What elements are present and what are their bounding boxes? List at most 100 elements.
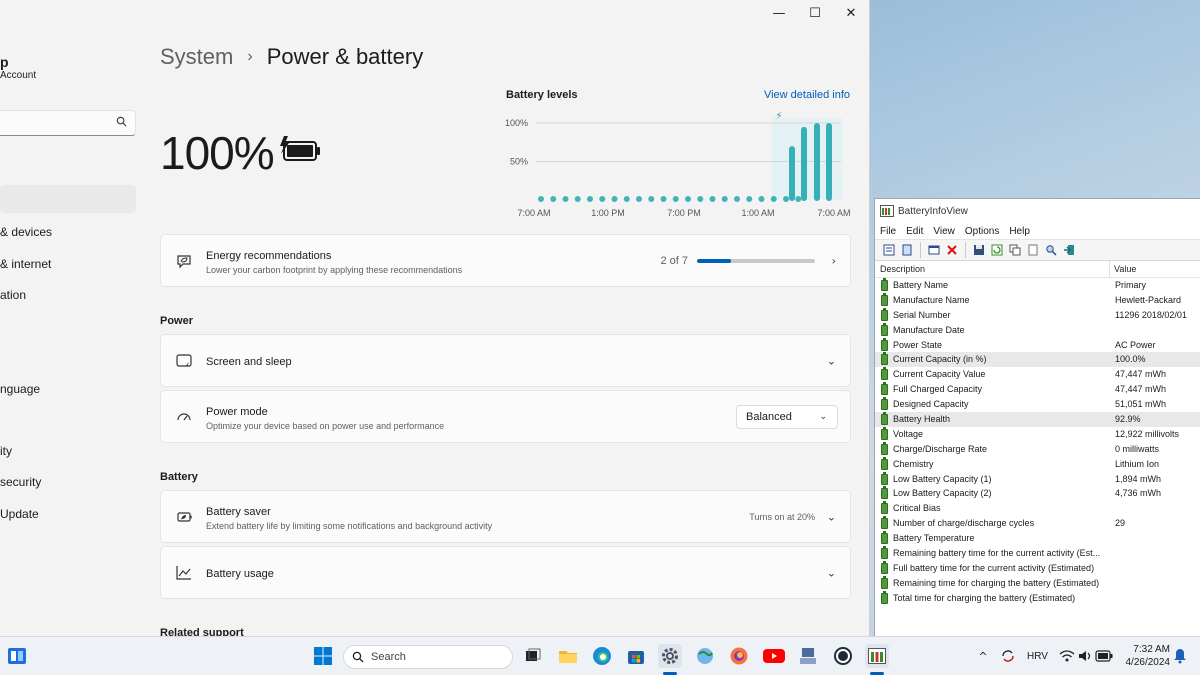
language-indicator[interactable]: HRV [1027, 637, 1048, 675]
profile-name: p [0, 54, 9, 70]
clock[interactable]: 7:32 AM 4/26/2024 [1126, 643, 1171, 669]
table-row[interactable]: Chemistry Lithium Ion [875, 456, 1200, 472]
maximize-button[interactable]: ☐ [797, 0, 833, 26]
sidebar-item-system[interactable] [0, 185, 136, 213]
obs-icon[interactable] [831, 644, 855, 668]
sidebar-item-accessibility[interactable]: ity [0, 444, 12, 458]
task-view-icon[interactable] [521, 644, 545, 668]
breadcrumb-parent[interactable]: System [160, 44, 233, 70]
sync-icon[interactable] [996, 644, 1020, 668]
table-row[interactable]: Critical Bias [875, 501, 1200, 516]
save-icon[interactable] [971, 242, 987, 258]
sidebar-item-time-language[interactable]: nguage [0, 382, 40, 396]
table-row[interactable]: Designed Capacity 51,051 mWh [875, 397, 1200, 412]
chevron-up-icon[interactable]: ^ [971, 644, 995, 668]
minimize-button[interactable]: — [761, 0, 797, 26]
table-row[interactable]: Current Capacity Value 47,447 mWh [875, 367, 1200, 382]
x-tick-label: 7:00 AM [517, 208, 550, 218]
row-description: Number of charge/discharge cycles [893, 518, 1035, 529]
row-value: 0 milliwatts [1115, 443, 1160, 454]
table-row[interactable]: Charge/Discharge Rate 0 milliwatts [875, 441, 1200, 457]
globe-app-icon[interactable] [693, 644, 717, 668]
battery-tray-icon[interactable] [1092, 644, 1116, 668]
youtube-icon[interactable] [762, 644, 786, 668]
chart-dot [783, 196, 789, 202]
table-row[interactable]: Manufacture Name Hewlett-Packard [875, 292, 1200, 308]
battery-icon [881, 426, 888, 440]
html-report-icon[interactable] [1025, 242, 1041, 258]
battery-icon [881, 441, 888, 455]
table-row[interactable]: Power State AC Power [875, 337, 1200, 353]
table-row[interactable]: Manufacture Date [875, 322, 1200, 338]
network-tool-icon[interactable] [796, 644, 820, 668]
table-row[interactable]: Remaining time for charging the battery … [875, 575, 1200, 591]
chart-dot [721, 196, 728, 202]
charging-region [772, 118, 843, 200]
file-explorer-icon[interactable] [556, 644, 580, 668]
column-divider[interactable] [1109, 261, 1110, 278]
properties-icon[interactable] [881, 242, 897, 258]
log-window-icon[interactable] [926, 242, 942, 258]
sidebar-item-windows-update[interactable]: Update [0, 507, 39, 521]
energy-progress: 2 of 7 [660, 255, 815, 267]
table-row[interactable]: Total time for charging the battery (Est… [875, 590, 1200, 606]
refresh-icon[interactable] [989, 242, 1005, 258]
battery-usage-card[interactable]: Battery usage ⌄ [160, 546, 851, 599]
table-row[interactable]: Full battery time for the current activi… [875, 560, 1200, 576]
table-row[interactable]: Battery Health 92.9% [875, 412, 1200, 427]
table-row[interactable]: Remaining battery time for the current a… [875, 546, 1200, 561]
table-row[interactable]: Low Battery Capacity (1) 1,894 mWh [875, 471, 1200, 487]
taskbar-search-input[interactable]: Search [343, 645, 513, 669]
start-icon[interactable] [311, 644, 335, 668]
row-value: Lithium Ion [1115, 458, 1160, 469]
close-button[interactable]: ✕ [833, 0, 869, 26]
sidebar-item-devices[interactable]: & devices [0, 225, 52, 239]
table-row[interactable]: Battery Temperature [875, 531, 1200, 546]
menu-edit[interactable]: Edit [901, 226, 928, 237]
settings-app-icon[interactable] [658, 644, 682, 668]
store-icon[interactable] [624, 644, 648, 668]
delete-icon[interactable] [944, 242, 960, 258]
power-mode-dropdown[interactable]: Balanced ⌄ [736, 404, 838, 429]
row-description: Current Capacity Value [893, 369, 986, 380]
x-tick-label: 7:00 PM [667, 208, 701, 218]
battery-saver-title: Battery saver [206, 506, 271, 518]
table-row[interactable]: Number of charge/discharge cycles 29 [875, 516, 1200, 531]
chevron-down-icon: ⌄ [826, 510, 836, 523]
copy-icon[interactable] [1007, 242, 1023, 258]
battery-list-icon[interactable] [899, 242, 915, 258]
table-row[interactable]: Voltage 12,922 millivolts [875, 426, 1200, 442]
clock-date: 4/26/2024 [1125, 657, 1171, 668]
edge-icon[interactable] [590, 644, 614, 668]
table-row[interactable]: Low Battery Capacity (2) 4,736 mWh [875, 486, 1200, 501]
table-row[interactable]: Full Charged Capacity 47,447 mWh [875, 382, 1200, 397]
bell-icon[interactable] [1168, 644, 1192, 668]
table-row[interactable]: Current Capacity (in %) 100.0% [875, 352, 1200, 368]
column-value[interactable]: Value [1114, 264, 1136, 274]
find-icon[interactable] [1043, 242, 1059, 258]
sidebar-item-privacy-security[interactable]: security [0, 475, 41, 489]
menu-help[interactable]: Help [1004, 226, 1035, 237]
sidebar-search-input[interactable] [0, 110, 136, 136]
firefox-icon[interactable] [727, 644, 751, 668]
table-row[interactable]: Battery Name Primary [875, 278, 1200, 293]
column-description[interactable]: Description [880, 264, 925, 274]
row-description: Serial Number [893, 309, 951, 320]
sidebar-item-network[interactable]: & internet [0, 257, 51, 271]
sidebar-item-personalization[interactable]: ation [0, 288, 26, 302]
row-value: 47,447 mWh [1115, 369, 1167, 380]
view-detailed-info-link[interactable]: View detailed info [764, 89, 850, 101]
widgets-icon[interactable] [5, 644, 29, 668]
energy-recommendations-card[interactable]: Energy recommendations Lower your carbon… [160, 234, 851, 287]
menu-file[interactable]: File [875, 226, 901, 237]
exit-icon[interactable] [1061, 242, 1077, 258]
batteryinfoview-taskbar-icon[interactable] [865, 644, 889, 668]
menu-options[interactable]: Options [960, 226, 1004, 237]
table-row[interactable]: Serial Number 11296 2018/02/01 [875, 307, 1200, 323]
menu-view[interactable]: View [928, 226, 960, 237]
screen-and-sleep-card[interactable]: Screen and sleep ⌄ [160, 334, 851, 387]
chart-dot [636, 196, 642, 202]
battery-icon [881, 531, 888, 545]
battery-saver-card[interactable]: Battery saver Extend battery life by lim… [160, 490, 851, 543]
breadcrumb-separator: › [247, 48, 253, 65]
